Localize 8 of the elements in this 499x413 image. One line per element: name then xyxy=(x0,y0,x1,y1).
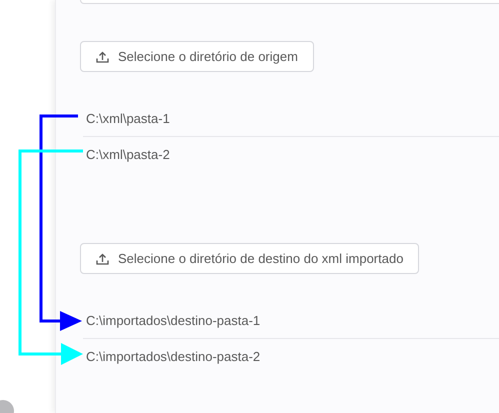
select-folder-button[interactable]: Selecione o diretório de origem xyxy=(80,41,314,72)
folder-path: C:\importados\destino-pasta-2 xyxy=(86,349,260,364)
folder-path: C:\xml\pasta-1 xyxy=(86,110,170,126)
select-folder-button[interactable]: Selecione o diretório de destino do xml importado xyxy=(80,243,420,274)
upload-icon xyxy=(96,252,109,264)
upload-icon xyxy=(96,50,109,62)
folder-path: C:\xml\pasta-2 xyxy=(86,147,170,162)
folder-path: C:\importados\destino-pasta-1 xyxy=(86,312,260,328)
